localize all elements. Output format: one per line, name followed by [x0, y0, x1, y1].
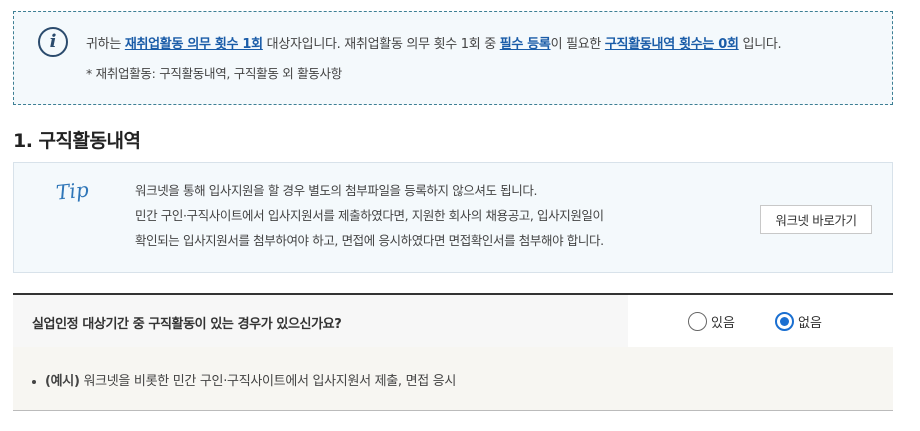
example-description: 워크넷을 비롯한 민간 구인·구직사이트에서 입사지원서 제출, 면접 응시	[79, 374, 457, 389]
tip-box: Tip 워크넷을 통해 입사지원을 할 경우 별도의 첨부파일을 등록하지 않으…	[13, 162, 893, 273]
notice-footnote: * 재취업활동: 구직활동내역, 구직활동 외 활동사항	[86, 66, 342, 81]
bullet-icon	[32, 379, 36, 384]
example-prefix: (예시)	[45, 374, 80, 389]
notice-text-part: 이 필요한	[550, 37, 605, 52]
question-text: 실업인정 대상기간 중 구직활동이 있는 경우가 있으신가요?	[32, 317, 342, 332]
radio-option-no[interactable]: 없음	[775, 312, 822, 331]
question-cell: 실업인정 대상기간 중 구직활동이 있는 경우가 있으신가요?	[13, 295, 628, 347]
notice-emphasis-required: 필수 등록	[499, 37, 551, 52]
job-search-question-row: 실업인정 대상기간 중 구직활동이 있는 경우가 있으신가요? 있음 없음	[13, 293, 893, 347]
radio-option-yes[interactable]: 있음	[688, 312, 735, 331]
example-text: (예시) 워크넷을 비롯한 민간 구인·구직사이트에서 입사지원서 제출, 면접…	[32, 370, 456, 389]
tip-text-line: 민간 구인·구직사이트에서 입사지원서를 제출하였다면, 지원한 회사의 채용공…	[135, 208, 604, 223]
tip-label: Tip	[54, 177, 90, 205]
notice-text-part: 입니다.	[738, 37, 782, 52]
tip-text-line: 워크넷을 통해 입사지원을 할 경우 별도의 첨부파일을 등록하지 않으셔도 됩…	[135, 183, 538, 198]
notice-emphasis-count: 구직활동내역 횟수는 0회	[604, 37, 739, 52]
radio-no-circle[interactable]	[775, 312, 794, 331]
tip-text-line: 확인되는 입사지원서를 첨부하여야 하고, 면접에 응시하였다면 면접확인서를 …	[135, 233, 604, 248]
section-title: 1. 구직활동내역	[13, 130, 141, 152]
radio-no-label[interactable]: 없음	[798, 312, 822, 331]
notice-text-part: 귀하는	[86, 37, 125, 52]
notice-message: 귀하는 재취업활동 의무 횟수 1회 대상자입니다. 재취업활동 의무 횟수 1…	[86, 33, 782, 52]
info-icon: i	[38, 27, 68, 57]
radio-yes-circle[interactable]	[688, 312, 707, 331]
example-box: (예시) 워크넷을 비롯한 민간 구인·구직사이트에서 입사지원서 제출, 면접…	[13, 347, 893, 411]
notice-box: i 귀하는 재취업활동 의무 횟수 1회 대상자입니다. 재취업활동 의무 횟수…	[13, 11, 893, 105]
notice-emphasis-obligation: 재취업활동 의무 횟수 1회	[124, 37, 263, 52]
radio-yes-label[interactable]: 있음	[711, 312, 735, 331]
worknet-link-button[interactable]: 워크넷 바로가기	[760, 205, 872, 234]
notice-text-part: 대상자입니다. 재취업활동 의무 횟수 1회 중	[262, 37, 500, 52]
